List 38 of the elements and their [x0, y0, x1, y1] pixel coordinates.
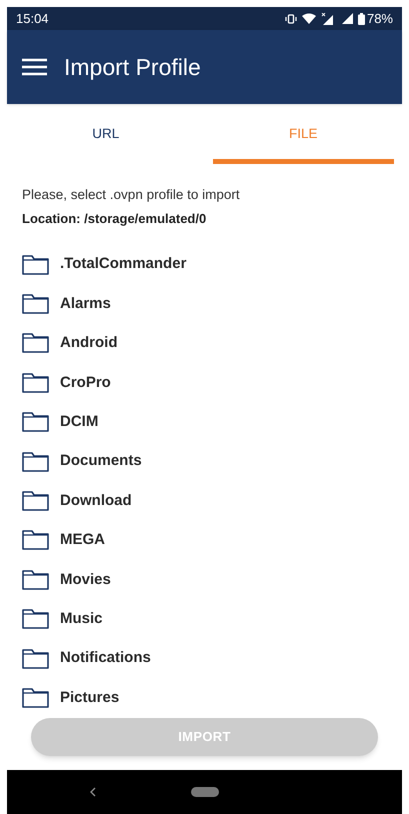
folder-icon	[22, 254, 49, 275]
folder-icon	[22, 609, 49, 630]
folder-icon	[22, 333, 49, 354]
folder-item[interactable]: Android	[60, 332, 118, 355]
location-path: Location: /storage/emulated/0	[22, 210, 208, 228]
folder-icon	[22, 452, 49, 472]
clock: 15:04	[16, 10, 49, 28]
folder-item[interactable]: Download	[60, 490, 132, 512]
menu-icon[interactable]	[22, 58, 47, 76]
folder-item[interactable]: MEGA	[60, 529, 105, 552]
folder-item[interactable]: .TotalCommander	[60, 253, 186, 276]
folder-icon	[22, 412, 49, 432]
folder-icon	[22, 294, 49, 314]
instruction-text: Please, select .ovpn profile to import	[22, 186, 241, 204]
screen-title: Import Profile	[64, 52, 201, 82]
home-button[interactable]	[190, 787, 218, 797]
folder-item[interactable]: Music	[60, 608, 103, 630]
battery-percentage: 78%	[366, 10, 393, 28]
battery-icon	[358, 12, 365, 24]
folder-item[interactable]: Alarms	[60, 292, 111, 316]
folder-icon	[22, 570, 49, 590]
folder-icon	[22, 530, 49, 550]
signal-icon	[320, 12, 333, 24]
folder-icon	[22, 491, 49, 512]
back-icon[interactable]	[90, 787, 96, 797]
signal-icon	[342, 13, 353, 24]
tab[interactable]: URL	[15, 104, 196, 164]
vibrate-icon	[284, 14, 297, 24]
folder-item[interactable]: DCIM	[60, 411, 98, 434]
folder-item[interactable]: Movies	[60, 568, 111, 592]
wifi-icon	[302, 13, 316, 24]
folder-icon	[22, 648, 49, 669]
folder-item[interactable]: CroPro	[60, 372, 111, 394]
folder-icon	[22, 688, 49, 708]
folder-item[interactable]: Notifications	[60, 647, 151, 670]
folder-icon	[22, 372, 49, 393]
folder-item[interactable]: Pictures	[60, 686, 120, 710]
folder-item[interactable]: Documents	[60, 450, 142, 473]
